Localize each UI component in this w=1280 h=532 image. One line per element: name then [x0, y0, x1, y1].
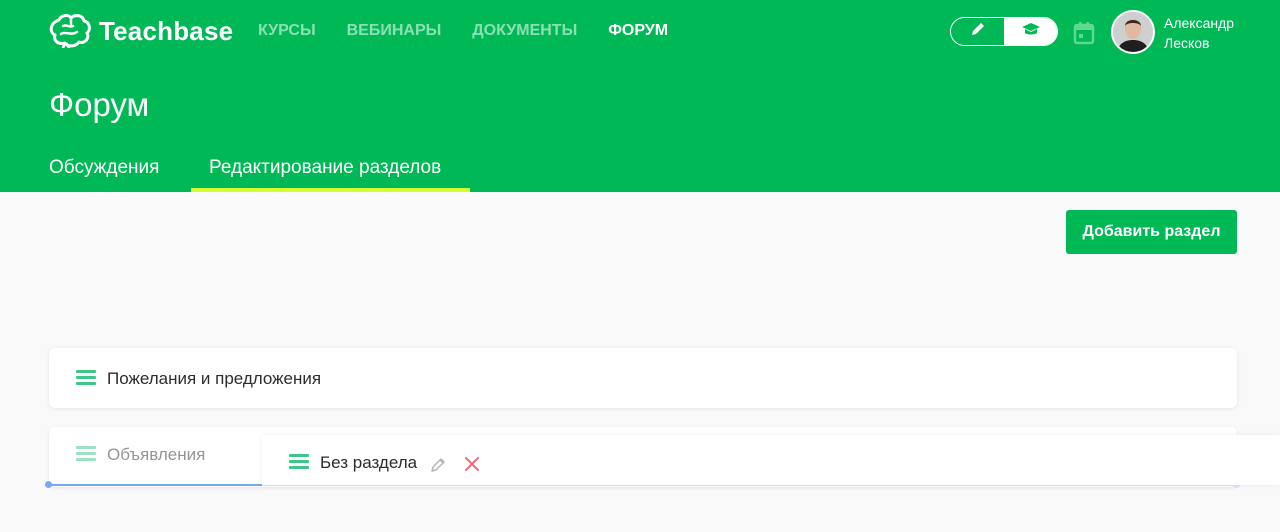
learn-mode-button[interactable] [1004, 18, 1057, 45]
calendar-icon[interactable] [1073, 21, 1095, 50]
edit-mode-button[interactable] [951, 18, 1004, 45]
drag-handle-icon[interactable] [76, 370, 96, 386]
brain-icon [49, 14, 91, 48]
drop-indicator [49, 484, 262, 486]
brand-logo[interactable]: Teachbase [49, 14, 233, 48]
nav-item-documents[interactable]: ДОКУМЕНТЫ [472, 22, 577, 40]
drag-handle-icon[interactable] [76, 446, 96, 462]
pencil-icon [970, 21, 986, 42]
page-title: Форум [49, 86, 150, 123]
nav-item-forum[interactable]: ФОРУМ [608, 22, 668, 40]
tab-edit-sections[interactable]: Редактирование разделов [209, 157, 441, 179]
graduation-cap-icon [1021, 22, 1041, 41]
user-last-name: Лесков [1164, 35, 1210, 51]
drag-handle-icon[interactable] [289, 454, 309, 470]
active-tab-indicator [191, 188, 470, 192]
user-first-name: Александр [1164, 15, 1235, 31]
mode-toggle [950, 17, 1058, 46]
user-avatar[interactable] [1111, 10, 1155, 54]
nav-item-webinars[interactable]: ВЕБИНАРЫ [347, 22, 442, 40]
drop-indicator-start [45, 481, 52, 488]
dragging-section-item[interactable]: Без раздела [262, 435, 1280, 485]
section-item[interactable]: Пожелания и предложения [49, 348, 1237, 408]
user-name[interactable]: Александр Лесков [1164, 13, 1264, 53]
close-icon[interactable] [465, 457, 479, 476]
brand-name: Teachbase [99, 15, 234, 46]
header: Teachbase КУРСЫ ВЕБИНАРЫ ДОКУМЕНТЫ ФОРУМ [0, 0, 1280, 192]
nav-item-courses[interactable]: КУРСЫ [258, 22, 316, 40]
section-label: Объявления [107, 445, 206, 464]
add-section-button[interactable]: Добавить раздел [1066, 210, 1237, 254]
tab-discussions[interactable]: Обсуждения [49, 157, 159, 179]
main-nav: КУРСЫ ВЕБИНАРЫ ДОКУМЕНТЫ ФОРУМ [258, 22, 668, 40]
section-label: Без раздела [320, 453, 418, 472]
section-label: Пожелания и предложения [107, 369, 322, 388]
pencil-icon[interactable] [429, 456, 447, 479]
